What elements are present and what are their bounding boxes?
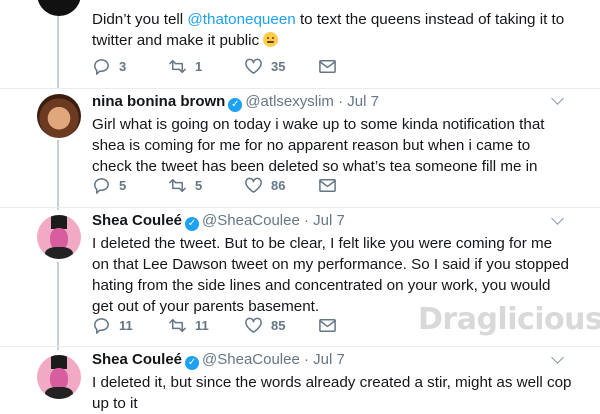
reply-count: 3 (119, 59, 127, 74)
like-count: 85 (271, 318, 286, 333)
reply-icon (94, 318, 109, 334)
thinking-face-emoji (263, 32, 279, 47)
display-name[interactable]: nina bonina brown (92, 93, 225, 110)
separator-dot: · (304, 351, 309, 368)
reply-button[interactable]: 11 (92, 316, 133, 335)
timestamp[interactable]: Jul 7 (313, 212, 345, 229)
reply-button[interactable]: 3 (92, 57, 126, 76)
tweet-header: Shea Couleé ✓ @SheaCoulee · Jul 7 (92, 212, 345, 231)
like-count: 35 (271, 59, 286, 74)
like-icon (245, 317, 262, 333)
display-name[interactable]: Shea Couleé (92, 212, 182, 229)
separator-dot: · (338, 93, 344, 110)
retweet-button[interactable]: 5 (168, 176, 202, 195)
tweet-header: Shea Couleé ✓ @SheaCoulee · Jul 7 (92, 351, 345, 370)
verified-badge-icon: ✓ (228, 98, 243, 112)
avatar[interactable] (37, 0, 81, 16)
like-button[interactable]: 85 (244, 316, 285, 335)
retweet-icon (169, 319, 186, 332)
reply-icon (94, 178, 109, 194)
tweet-text: Didn’t you tell @thatonequeen to text th… (92, 11, 565, 49)
retweet-icon (169, 60, 186, 73)
reply-count: 11 (119, 318, 133, 333)
retweet-button[interactable]: 1 (168, 57, 202, 76)
avatar[interactable] (37, 94, 81, 138)
thread-line (57, 262, 59, 350)
chevron-down-icon[interactable] (551, 92, 564, 105)
retweet-icon (169, 179, 186, 192)
tweet-text: I deleted it, but since the words alread… (92, 374, 572, 412)
separator-dot: · (304, 212, 309, 229)
retweet-count: 1 (195, 59, 203, 74)
message-icon (319, 60, 336, 73)
chevron-down-icon[interactable] (551, 351, 564, 364)
retweet-count: 5 (195, 178, 203, 193)
tweet-header: nina bonina brown ✓ @atlsexyslim · Jul 7 (92, 93, 379, 112)
chevron-down-icon[interactable] (551, 212, 564, 225)
verified-badge-icon: ✓ (185, 217, 200, 231)
message-button[interactable] (318, 57, 345, 76)
thread-line (57, 140, 59, 210)
display-name[interactable]: Shea Couleé (92, 351, 182, 368)
like-icon (245, 58, 262, 74)
divider (0, 346, 600, 347)
handle[interactable]: @SheaCoulee (202, 351, 300, 368)
message-icon (319, 179, 336, 192)
retweet-count: 11 (195, 318, 209, 333)
verified-badge-icon: ✓ (185, 356, 200, 370)
like-icon (245, 177, 262, 193)
timestamp[interactable]: Jul 7 (347, 93, 379, 110)
tweet-text: Girl what is going on today i wake up to… (92, 116, 545, 175)
retweet-button[interactable]: 11 (168, 316, 209, 335)
reply-button[interactable]: 5 (92, 176, 126, 195)
like-count: 86 (271, 178, 286, 193)
timestamp[interactable]: Jul 7 (313, 351, 345, 368)
message-button[interactable] (318, 176, 345, 195)
reply-icon (94, 59, 109, 75)
watermark-logo: Draglicious (418, 302, 600, 337)
avatar[interactable] (37, 215, 81, 259)
like-button[interactable]: 86 (244, 176, 285, 195)
avatar[interactable] (37, 355, 81, 399)
like-button[interactable]: 35 (244, 57, 285, 76)
message-button[interactable] (318, 316, 345, 335)
reply-count: 5 (119, 178, 127, 193)
message-icon (319, 319, 336, 332)
divider (0, 207, 600, 208)
handle[interactable]: @atlsexyslim (245, 93, 334, 110)
mention-link[interactable]: @thatonequeen (187, 11, 295, 28)
handle[interactable]: @SheaCoulee (202, 212, 300, 229)
divider (0, 88, 600, 89)
